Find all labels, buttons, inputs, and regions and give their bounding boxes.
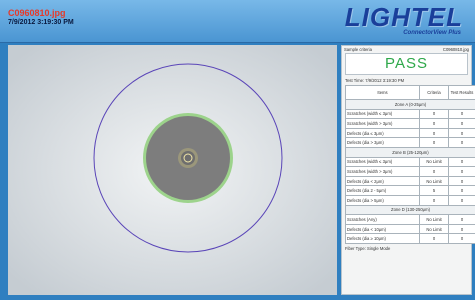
capture-timestamp: 7/9/2012 3:19:30 PM xyxy=(8,19,74,26)
criteria-cell: 5 xyxy=(419,185,449,196)
criteria-cell: 0 xyxy=(419,194,449,206)
zone-d-header: Zone D (130-250μm) xyxy=(345,204,475,216)
criteria-cell: No Limit xyxy=(419,175,449,187)
table-row: Defects (dia > 5μm) 0 0 xyxy=(345,194,475,206)
table-row: Defects (dia > 3μm) 0 0 xyxy=(345,137,475,148)
results-panel: Sample criteria C0960810.jpg PASS Test T… xyxy=(341,45,475,295)
app-header: C0960810.jpg 7/9/2012 3:19:30 PM LIGHTEL… xyxy=(0,0,475,43)
criteria-cell: No Limit xyxy=(419,214,449,225)
item-cell: Scratches (width > 3μm) xyxy=(345,118,420,129)
table-row: Scratches (width > 3μm) 0 0 xyxy=(345,166,475,177)
table-row: Defects (dia < 2μm) No Limit 0 xyxy=(345,175,475,187)
result-cell: 0 xyxy=(448,118,475,129)
item-cell: Defects (dia > 5μm) xyxy=(345,194,420,206)
result-cell: 0 xyxy=(448,127,475,139)
product-name: ConnectorView Plus xyxy=(403,30,461,36)
criteria-cell: 0 xyxy=(419,233,449,244)
file-label: C0960810.jpg xyxy=(442,47,469,52)
criteria-cell: 0 xyxy=(419,118,449,129)
result-cell: 0 xyxy=(448,185,475,196)
item-cell: Scratches (width ≤ 3μm) xyxy=(345,108,420,120)
table-row: Scratches (width ≤ 3μm) No Limit 0 xyxy=(345,156,475,168)
table-header-row: Items Criteria Test Results xyxy=(345,85,475,100)
criteria-cell: No Limit xyxy=(419,156,449,168)
item-cell: Defects (dia 2 - 5μm) xyxy=(345,185,420,196)
table-row: Defects (dia ≤ 3μm) 0 0 xyxy=(345,127,475,139)
item-cell: Defects (dia > 3μm) xyxy=(345,137,420,148)
item-cell: Defects (dia < 10μm) xyxy=(345,223,420,235)
item-cell: Scratches (width > 3μm) xyxy=(345,166,420,177)
column-header-test-results: Test Results xyxy=(448,85,475,100)
criteria-cell: 0 xyxy=(419,108,449,120)
fiber-end-face-image xyxy=(8,45,337,295)
table-row: Defects (dia < 10μm) No Limit 0 xyxy=(345,223,475,235)
panel-meta: Sample criteria C0960810.jpg xyxy=(342,46,471,53)
criteria-cell: 0 xyxy=(419,127,449,139)
item-cell: Scratches (width ≤ 3μm) xyxy=(345,156,420,168)
fiber-type: Fiber Type: Single Mode xyxy=(345,245,391,251)
zone-b-header: Zone B (25-120μm) xyxy=(345,146,475,158)
result-cell: 0 xyxy=(448,137,475,148)
table-row: Scratches (width ≤ 3μm) 0 0 xyxy=(345,108,475,120)
results-table: Items Criteria Test Results Zone A (0-25… xyxy=(345,85,475,244)
table-row: Defects (dia 2 - 5μm) 5 0 xyxy=(345,185,475,196)
result-cell: 0 xyxy=(448,223,475,235)
criteria-cell: 0 xyxy=(419,166,449,177)
column-header-items: Items xyxy=(345,85,420,100)
result-cell: 0 xyxy=(448,108,475,120)
column-header-criteria: Criteria xyxy=(419,85,449,100)
item-cell: Defects (dia ≤ 3μm) xyxy=(345,127,420,139)
result-cell: 0 xyxy=(448,194,475,206)
result-cell: 0 xyxy=(448,166,475,177)
table-row: Scratches (width > 3μm) 0 0 xyxy=(345,118,475,129)
item-cell: Defects (dia < 2μm) xyxy=(345,175,420,187)
zone-a-header: Zone A (0-25μm) xyxy=(345,99,475,110)
table-row: Scratches (Any) No Limit 0 xyxy=(345,214,475,225)
criteria-cell: No Limit xyxy=(419,223,449,235)
test-time: Test Time: 7/9/2012 3:19:30 PM xyxy=(345,78,405,83)
brand-logo: LIGHTEL xyxy=(344,2,463,32)
result-cell: 0 xyxy=(448,233,475,244)
table-row: Defects (dia ≥ 10μm) 0 0 xyxy=(345,233,475,244)
criteria-cell: 0 xyxy=(419,137,449,148)
fiber-image-svg xyxy=(8,45,337,295)
result-cell: 0 xyxy=(448,214,475,225)
item-cell: Defects (dia ≥ 10μm) xyxy=(345,233,420,244)
pass-status-badge: PASS xyxy=(345,53,468,75)
image-filename: C0960810.jpg xyxy=(8,8,66,18)
result-cell: 0 xyxy=(448,156,475,168)
item-cell: Scratches (Any) xyxy=(345,214,420,225)
result-cell: 0 xyxy=(448,175,475,187)
core-inner xyxy=(181,151,195,165)
criteria-label: Sample criteria xyxy=(344,47,372,52)
